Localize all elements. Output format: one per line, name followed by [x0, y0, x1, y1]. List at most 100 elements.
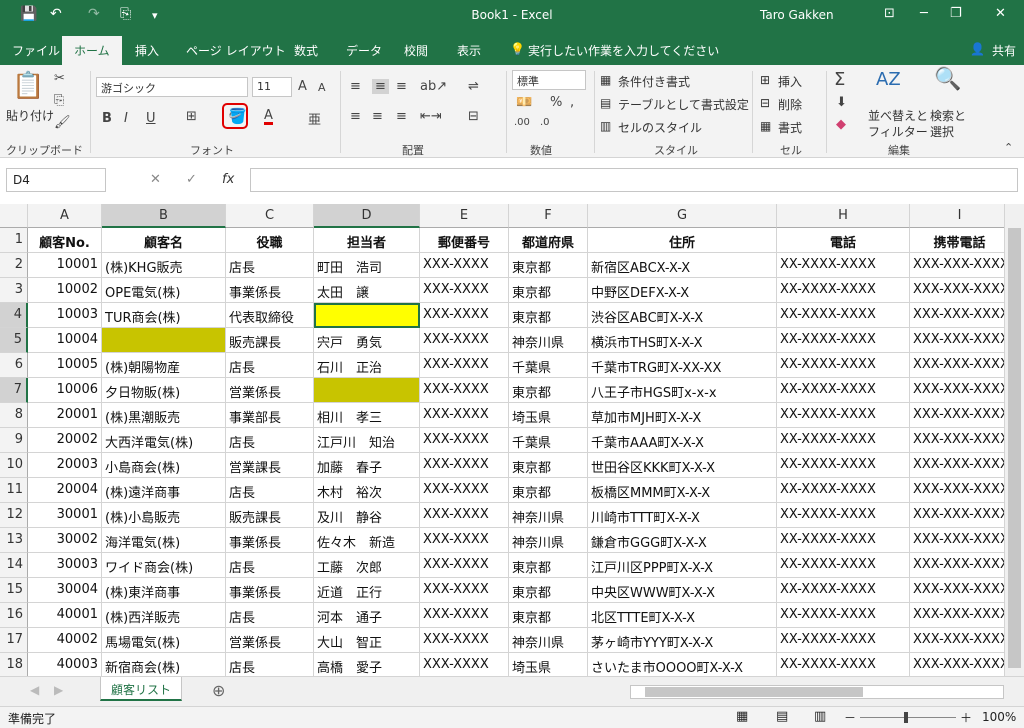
tab-home[interactable]: ホーム — [62, 36, 122, 65]
row-header[interactable]: 5 — [0, 328, 28, 353]
table-cell[interactable]: XX-XXXX-XXXX — [777, 653, 910, 676]
header-cell[interactable]: 都道府県 — [509, 228, 588, 253]
table-cell[interactable]: 茅ヶ崎市YYY町X-X-X — [588, 628, 777, 653]
table-cell[interactable]: 事業係長 — [226, 578, 314, 603]
page-layout-view-icon[interactable]: ▤ — [776, 709, 788, 724]
table-cell[interactable]: XXX-XXXX — [420, 603, 509, 628]
format-as-table-button[interactable]: テーブルとして書式設定 — [618, 96, 749, 113]
table-cell[interactable]: 高橋 愛子 — [314, 653, 420, 676]
table-cell[interactable]: XXX-XXXX — [420, 503, 509, 528]
format-cells-button[interactable]: 書式 — [778, 119, 802, 136]
table-cell[interactable] — [102, 328, 226, 353]
table-cell[interactable]: XX-XXXX-XXXX — [777, 478, 910, 503]
zoom-slider-thumb[interactable] — [904, 712, 908, 723]
column-header[interactable]: I — [910, 204, 1004, 228]
column-header[interactable]: G — [588, 204, 777, 228]
table-cell[interactable]: 10006 — [28, 378, 102, 403]
font-name-select[interactable]: 游ゴシック — [96, 77, 248, 97]
table-cell[interactable]: XXX-XXXX — [420, 253, 509, 278]
table-cell[interactable]: 千葉市AAA町X-X-X — [588, 428, 777, 453]
table-cell[interactable]: 事業係長 — [226, 528, 314, 553]
table-cell[interactable]: (株)朝陽物産 — [102, 353, 226, 378]
delete-cells-icon[interactable]: ⊟ — [760, 96, 770, 110]
table-cell[interactable]: 30004 — [28, 578, 102, 603]
column-header[interactable]: F — [509, 204, 588, 228]
format-painter-icon[interactable]: 🖌 — [54, 115, 71, 130]
column-header[interactable]: A — [28, 204, 102, 228]
table-cell[interactable]: XXX-XXX-XXXX — [910, 353, 1004, 378]
delete-cells-button[interactable]: 削除 — [778, 96, 802, 113]
table-cell[interactable]: XXX-XXX-XXXX — [910, 403, 1004, 428]
decrease-decimal-icon[interactable]: .0 — [540, 117, 550, 128]
select-all-corner[interactable] — [0, 204, 28, 228]
header-cell[interactable]: 顧客名 — [102, 228, 226, 253]
add-sheet-icon[interactable]: ⊕ — [212, 681, 225, 700]
table-cell[interactable]: (株)東洋商事 — [102, 578, 226, 603]
table-cell[interactable]: XXX-XXX-XXXX — [910, 528, 1004, 553]
table-cell[interactable]: 10004 — [28, 328, 102, 353]
table-cell[interactable]: XX-XXXX-XXXX — [777, 353, 910, 378]
zoom-in-button[interactable]: ＋ — [960, 709, 972, 726]
scrollbar-thumb[interactable] — [1008, 228, 1021, 668]
row-header[interactable]: 4 — [0, 303, 28, 328]
header-cell[interactable]: 住所 — [588, 228, 777, 253]
table-cell[interactable]: 20002 — [28, 428, 102, 453]
table-cell[interactable]: 工藤 次郎 — [314, 553, 420, 578]
table-cell[interactable]: 石川 正治 — [314, 353, 420, 378]
table-cell[interactable]: XX-XXXX-XXXX — [777, 578, 910, 603]
table-cell[interactable]: XXX-XXX-XXXX — [910, 328, 1004, 353]
table-cell[interactable] — [314, 378, 420, 403]
row-header[interactable]: 10 — [0, 453, 28, 478]
table-cell[interactable]: XXX-XXX-XXXX — [910, 478, 1004, 503]
table-cell[interactable]: XX-XXXX-XXXX — [777, 403, 910, 428]
table-cell[interactable]: XX-XXXX-XXXX — [777, 428, 910, 453]
table-cell[interactable]: XXX-XXXX — [420, 578, 509, 603]
table-cell[interactable]: 神奈川県 — [509, 628, 588, 653]
table-cell[interactable]: 神奈川県 — [509, 328, 588, 353]
table-cell[interactable]: 営業係長 — [226, 378, 314, 403]
table-cell[interactable]: 東京都 — [509, 378, 588, 403]
table-cell[interactable]: XX-XXXX-XXXX — [777, 503, 910, 528]
collapse-ribbon-icon[interactable]: ⌃ — [1004, 141, 1013, 154]
underline-button[interactable]: U — [146, 111, 156, 126]
ribbon-display-icon[interactable]: ⊡ — [884, 6, 895, 21]
table-cell[interactable]: (株)西洋販売 — [102, 603, 226, 628]
table-cell[interactable]: 佐々木 新造 — [314, 528, 420, 553]
align-left-icon[interactable]: ≡ — [350, 109, 361, 124]
column-header[interactable]: C — [226, 204, 314, 228]
row-header[interactable]: 1 — [0, 228, 28, 253]
table-cell[interactable]: 江戸川 知治 — [314, 428, 420, 453]
table-cell[interactable]: XXX-XXXX — [420, 453, 509, 478]
table-cell[interactable]: XXX-XXXX — [420, 328, 509, 353]
insert-cells-button[interactable]: 挿入 — [778, 73, 802, 90]
table-cell[interactable]: 世田谷区KKK町X-X-X — [588, 453, 777, 478]
table-cell[interactable]: 及川 静谷 — [314, 503, 420, 528]
normal-view-icon[interactable]: ▦ — [736, 709, 748, 724]
clear-icon[interactable]: ◆ — [836, 117, 846, 132]
tell-me-input[interactable]: 実行したい作業を入力してください — [528, 42, 719, 59]
column-header[interactable]: B — [102, 204, 226, 228]
table-cell[interactable]: XXX-XXX-XXXX — [910, 553, 1004, 578]
table-cell[interactable]: 町田 浩司 — [314, 253, 420, 278]
header-cell[interactable]: 電話 — [777, 228, 910, 253]
grow-font-icon[interactable]: A — [298, 79, 307, 94]
row-header[interactable]: 3 — [0, 278, 28, 303]
scroll-left-icon[interactable]: ◀ — [30, 683, 39, 697]
cut-icon[interactable]: ✂ — [54, 71, 65, 86]
align-middle-icon[interactable]: ≡ — [372, 79, 389, 94]
font-color-icon[interactable]: A — [264, 109, 273, 125]
table-cell[interactable]: 20001 — [28, 403, 102, 428]
tab-file[interactable]: ファイル — [12, 42, 60, 59]
table-cell[interactable]: XXX-XXX-XXXX — [910, 253, 1004, 278]
close-button[interactable]: ✕ — [995, 6, 1006, 21]
table-cell[interactable]: XXX-XXXX — [420, 428, 509, 453]
table-cell[interactable]: XX-XXXX-XXXX — [777, 328, 910, 353]
table-cell[interactable]: 店長 — [226, 478, 314, 503]
copy-icon[interactable]: ⎘ — [54, 93, 64, 108]
table-cell[interactable]: 加藤 春子 — [314, 453, 420, 478]
zoom-slider[interactable] — [860, 717, 956, 718]
table-cell[interactable]: 店長 — [226, 653, 314, 676]
comma-icon[interactable]: , — [570, 95, 574, 110]
table-cell[interactable]: 東京都 — [509, 453, 588, 478]
table-cell[interactable]: 30001 — [28, 503, 102, 528]
